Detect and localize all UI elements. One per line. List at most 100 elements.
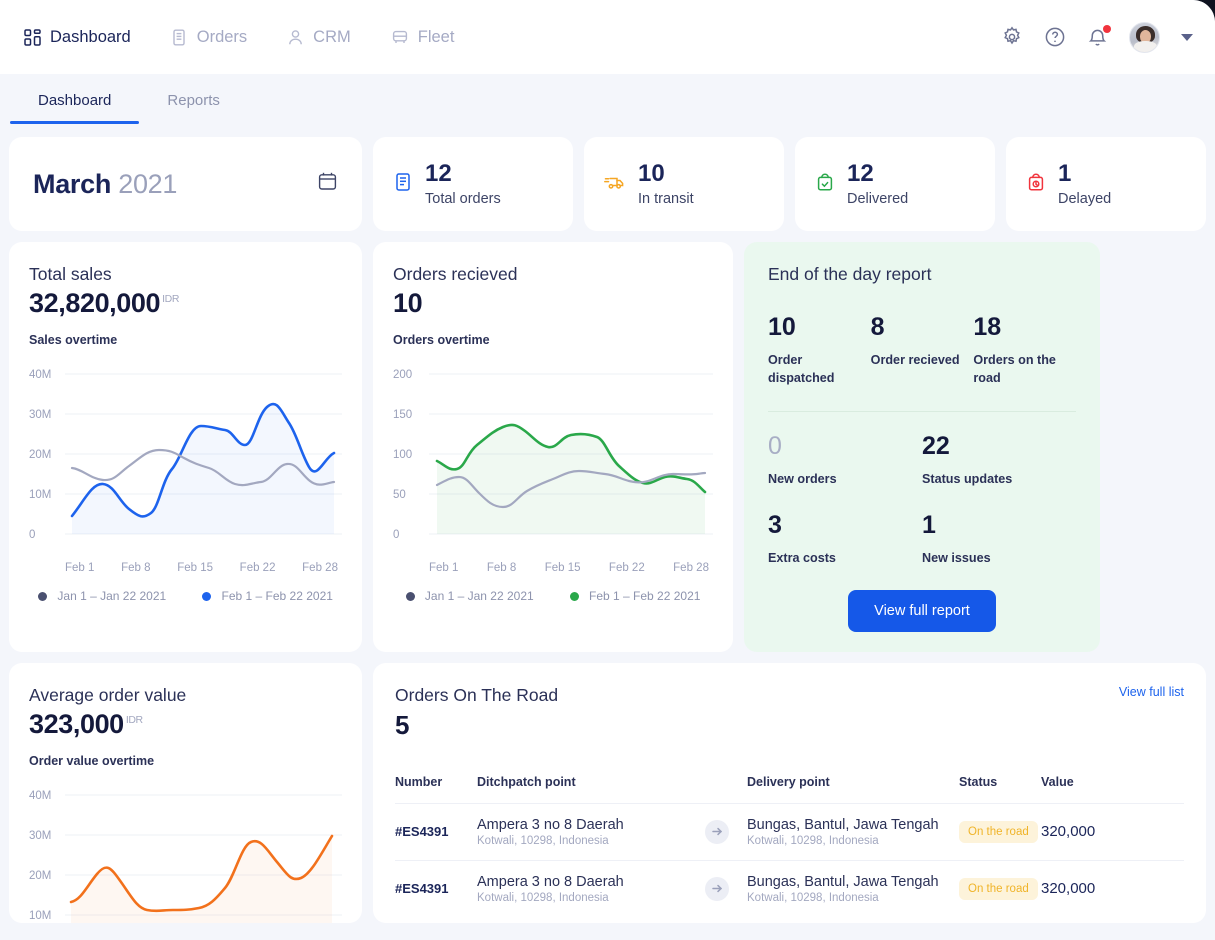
svg-text:20M: 20M xyxy=(29,449,51,461)
report-stat: 10 Order dispatched xyxy=(768,313,871,387)
report-stat: 1 New issues xyxy=(922,511,1076,568)
total-sales-plot: 40M 30M 20M 10M 0 Feb 1 Feb 8 Feb 15 Feb… xyxy=(29,361,342,574)
dispatch-address: Ampera 3 no 8 Daerah xyxy=(477,816,624,833)
orders-on-the-road-card: Orders On The Road 5 View full list Numb… xyxy=(373,662,1206,923)
stat-value: 22 xyxy=(922,432,950,461)
dispatch-address: Ampera 3 no 8 Daerah xyxy=(477,873,624,890)
average-order-value-card: Average order value 323,000 IDR Order val… xyxy=(9,662,362,923)
cell-status: On the road xyxy=(959,859,1041,917)
nav-item-label: Dashboard xyxy=(50,27,131,46)
stat-label: New orders xyxy=(768,472,837,487)
svg-text:40M: 40M xyxy=(29,369,51,381)
stat-value: 3 xyxy=(768,510,782,539)
kpi-card-delayed[interactable]: 1 Delayed xyxy=(1006,137,1206,231)
delivery-address-sub: Kotwali, 10298, Indonesia xyxy=(747,834,879,847)
delivery-address: Bungas, Bantul, Jawa Tengah xyxy=(747,816,939,833)
nav-item-orders[interactable]: Orders xyxy=(157,22,261,53)
delayed-clock-icon xyxy=(1026,172,1046,197)
help-circle-icon[interactable] xyxy=(1044,26,1066,48)
x-tick: Feb 28 xyxy=(673,562,709,574)
avg-order-plot: 40M 30M 20M 10M xyxy=(29,782,342,923)
table-title: Orders On The Road xyxy=(395,684,559,705)
dispatch-address-sub: Kotwali, 10298, Indonesia xyxy=(477,891,609,904)
month-year: 2021 xyxy=(118,168,178,199)
svg-text:10M: 10M xyxy=(29,910,51,922)
dashboard-page: Dashboard Orders CRM Fleet Dashboard Rep… xyxy=(0,0,1215,940)
legend-label: Jan 1 – Jan 22 2021 xyxy=(57,589,167,603)
top-navigation-bar: Dashboard Orders CRM Fleet xyxy=(0,0,1215,74)
nav-item-crm[interactable]: CRM xyxy=(273,22,365,53)
cell-status: On the road xyxy=(959,802,1041,860)
currency-label: IDR xyxy=(162,293,180,305)
orders-received-card: Orders recieved 10 Orders overtime 200 15… xyxy=(373,242,733,652)
nav-items: Dashboard Orders CRM Fleet xyxy=(10,22,468,53)
x-axis-labels: Feb 1 Feb 8 Feb 15 Feb 22 Feb 28 xyxy=(65,562,342,574)
report-stat: 8 Order recieved xyxy=(871,313,974,387)
avatar[interactable] xyxy=(1129,21,1160,53)
table-row[interactable]: #ES4391 Ampera 3 no 8 Daerah Kotwali, 10… xyxy=(395,859,1184,917)
charts-row: Total sales 32,820,000 IDR Sales overtime… xyxy=(0,242,1215,652)
svg-text:100: 100 xyxy=(393,449,412,461)
stat-value: 8 xyxy=(870,313,885,341)
x-tick: Feb 28 xyxy=(302,562,338,574)
calendar-icon[interactable] xyxy=(317,171,338,197)
tab-reports[interactable]: Reports xyxy=(139,74,248,124)
chart-subtitle: Order value overtime xyxy=(29,753,155,768)
gear-icon[interactable] xyxy=(1001,26,1023,48)
table-header-row: Number Ditchpatch point Delivery point S… xyxy=(395,775,1184,804)
table-header-area: Orders On The Road 5 View full list xyxy=(395,685,1184,741)
x-tick: Feb 1 xyxy=(65,562,95,574)
x-axis-labels: Feb 1 Feb 8 Feb 15 Feb 22 Feb 28 xyxy=(429,562,713,574)
delivery-address: Bungas, Bantul, Jawa Tengah xyxy=(747,873,939,890)
avg-order-value: 323,000 IDR xyxy=(29,709,342,740)
cell-dispatch: Ampera 3 no 8 Daerah Kotwali, 10298, Ind… xyxy=(477,859,705,917)
legend-item: Jan 1 – Jan 22 2021 xyxy=(405,589,534,603)
kpi-value: 1 xyxy=(1058,160,1072,188)
value-number: 323,000 xyxy=(29,708,124,739)
end-of-day-report-card: End of the day report 10 Order dispatche… xyxy=(744,242,1100,652)
kpi-card-in-transit[interactable]: 10 In transit xyxy=(584,137,784,231)
view-full-list-link[interactable]: View full list xyxy=(1119,685,1184,699)
stat-value: 1 xyxy=(922,510,936,539)
bell-icon[interactable] xyxy=(1087,24,1111,48)
crm-person-icon xyxy=(287,29,304,46)
column-header-arrow xyxy=(705,775,747,804)
document-icon xyxy=(393,172,413,197)
cell-number: #ES4391 xyxy=(395,802,477,860)
column-header-number: Number xyxy=(395,774,443,789)
card-title: Average order value xyxy=(29,684,187,705)
chart-subtitle: Orders overtime xyxy=(393,333,490,347)
report-stat: 0 New orders xyxy=(768,432,922,489)
column-header-status: Status xyxy=(959,774,998,789)
nav-item-fleet[interactable]: Fleet xyxy=(377,22,469,53)
x-tick: Feb 8 xyxy=(486,562,517,574)
kpi-card-delivered[interactable]: 12 Delivered xyxy=(795,137,995,231)
orders-received-value: 10 xyxy=(393,288,423,318)
x-tick: Feb 22 xyxy=(608,562,645,574)
legend-label: Feb 1 – Feb 22 2021 xyxy=(589,589,701,603)
nav-item-dashboard[interactable]: Dashboard xyxy=(10,22,145,53)
svg-text:20M: 20M xyxy=(29,870,51,882)
currency-label: IDR xyxy=(125,713,143,726)
month-selector-card[interactable]: March 2021 xyxy=(9,137,362,231)
nav-item-label: Orders xyxy=(196,27,248,46)
cell-value: 320,000 xyxy=(1041,802,1184,860)
total-sales-card: Total sales 32,820,000 IDR Sales overtime… xyxy=(9,242,362,652)
notification-dot xyxy=(1103,24,1111,33)
stat-label: Extra costs xyxy=(768,550,836,565)
report-stat: 3 Extra costs xyxy=(768,511,922,568)
kpi-value: 12 xyxy=(425,160,452,188)
kpi-card-total-orders[interactable]: 12 Total orders xyxy=(373,137,573,231)
tab-dashboard[interactable]: Dashboard xyxy=(10,74,140,124)
chevron-down-icon[interactable] xyxy=(1181,33,1193,41)
legend-dot xyxy=(38,592,48,602)
legend-dot xyxy=(405,592,415,602)
report-bottom-stats: 0 New orders 22 Status updates 3 Extra c… xyxy=(768,432,1076,567)
tab-label: Dashboard xyxy=(38,92,112,109)
view-full-report-button[interactable]: View full report xyxy=(848,589,996,632)
x-tick: Feb 8 xyxy=(121,562,151,574)
table-row[interactable]: #ES4391 Ampera 3 no 8 Daerah Kotwali, 10… xyxy=(395,802,1184,860)
cell-arrow xyxy=(705,802,747,860)
cell-value: 320,000 xyxy=(1041,859,1184,917)
kpi-label: Total orders xyxy=(425,190,501,207)
